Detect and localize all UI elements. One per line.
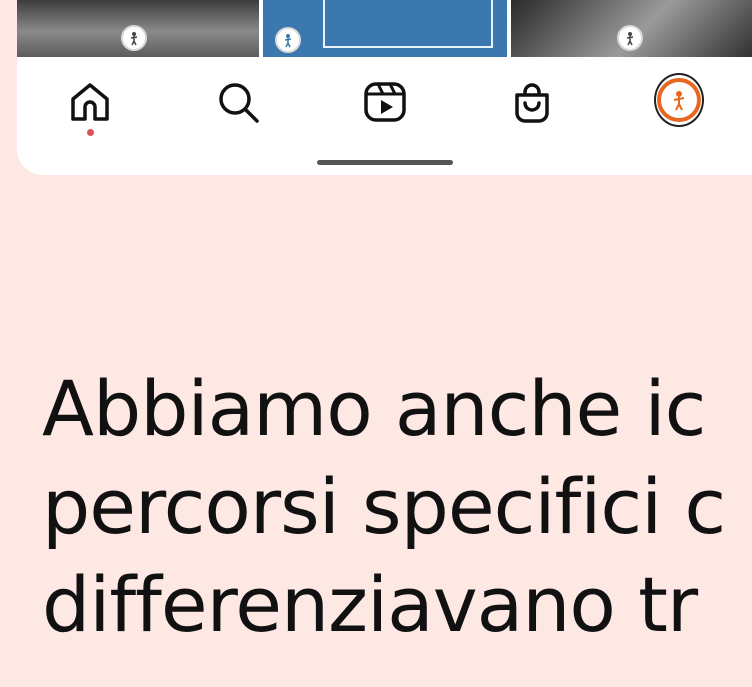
search-icon [219,83,259,123]
post-grid [17,0,752,57]
caption-line: percorsi specifici c [42,462,726,551]
club-logo-icon [121,25,147,51]
reels-button[interactable] [360,77,410,127]
avatar [654,73,704,127]
notification-dot [87,129,94,136]
post-thumbnail[interactable] [511,0,752,57]
search-button[interactable] [213,77,263,127]
profile-button[interactable] [654,73,704,127]
shop-button[interactable] [507,77,557,127]
profile-ring [657,78,701,122]
bottom-navigation-bar [17,57,752,147]
caption-line: differenziavano tr [42,560,698,649]
club-logo-icon [673,91,685,111]
home-icon [71,83,109,121]
home-indicator [317,160,453,165]
post-thumbnail[interactable] [263,0,507,57]
home-button[interactable] [65,77,115,127]
instagram-screenshot-card [17,0,752,175]
club-logo-icon [275,27,301,53]
graphic-frame [323,0,493,48]
club-logo-icon [617,25,643,51]
reels-icon [364,82,406,122]
shopping-bag-icon [515,83,549,123]
caption-line: Abbiamo anche ic [42,364,706,453]
post-thumbnail[interactable] [17,0,259,57]
caption-text: Abbiamo anche ic percorsi specifici c di… [42,360,752,654]
